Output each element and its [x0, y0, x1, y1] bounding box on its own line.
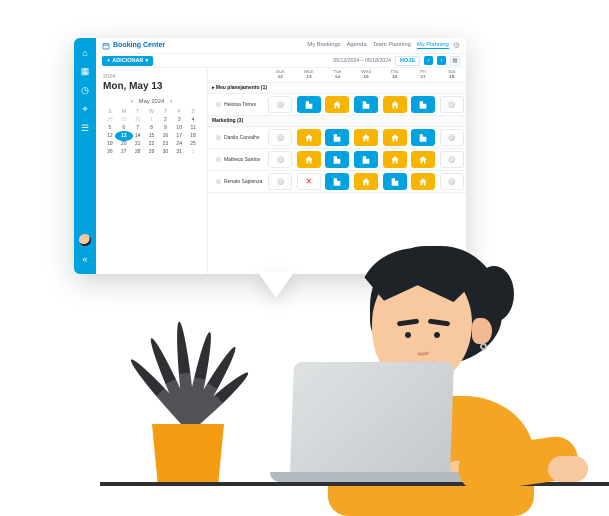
day-cell[interactable] — [380, 129, 409, 146]
person-name: Heloísa Torres — [208, 102, 266, 108]
plan-row: Heloísa Torres — [208, 94, 466, 116]
plan-row: Matheus Santos — [208, 149, 466, 171]
day-cell[interactable] — [380, 96, 409, 113]
sub-bar: + ADICIONAR ▾ 05/12/2024 – 05/18/2024 HO… — [96, 54, 466, 68]
day-cell[interactable] — [295, 129, 324, 146]
day-cell[interactable] — [295, 151, 324, 168]
day-cell[interactable] — [352, 129, 381, 146]
prev-week-button[interactable]: ‹ — [424, 56, 433, 65]
calendar-icon — [102, 42, 110, 50]
day-cell[interactable] — [323, 173, 352, 190]
home-icon[interactable]: ⌂ — [82, 48, 87, 58]
illustration — [0, 240, 609, 500]
day-cell[interactable] — [352, 151, 381, 168]
booking-app-window: ⌂ ▦ ◷ ⌖ ☰ « Booking Center My Bookings A… — [74, 38, 466, 274]
current-date: 2024 Mon, May 13 — [103, 74, 200, 92]
doc-icon[interactable]: ☰ — [81, 123, 89, 134]
cal-prev-icon[interactable]: ‹ — [131, 99, 133, 105]
page-title: Booking Center — [102, 42, 165, 50]
nav-team-planning[interactable]: Team Planning — [373, 42, 411, 49]
day-cell[interactable] — [437, 151, 466, 168]
plan-row: Renato Sapienza — [208, 171, 466, 193]
avatar[interactable] — [79, 234, 91, 246]
planning-panel: Sun12Mon13Tue14Wed15Thu16Fri17Sat18 ▸ Me… — [208, 68, 466, 274]
day-cell[interactable] — [409, 151, 438, 168]
gear-icon[interactable]: ⚙ — [453, 41, 460, 50]
nav-my-planning[interactable]: My Planning — [417, 42, 449, 49]
nav-my-bookings[interactable]: My Bookings — [307, 42, 340, 49]
day-cell[interactable] — [323, 151, 352, 168]
person-name: Danilo Carvalho — [208, 135, 266, 141]
view-mode-button[interactable]: ▦ — [450, 56, 460, 66]
day-cell[interactable] — [437, 96, 466, 113]
day-cell[interactable] — [266, 173, 295, 190]
speech-pointer — [258, 272, 294, 298]
day-cell[interactable] — [266, 151, 295, 168]
day-cell[interactable] — [295, 96, 324, 113]
cal-next-icon[interactable]: › — [170, 99, 172, 105]
plan-row: Danilo Carvalho — [208, 127, 466, 149]
planning-header: Sun12Mon13Tue14Wed15Thu16Fri17Sat18 — [208, 68, 466, 83]
top-bar: Booking Center My Bookings Agenda Team P… — [96, 38, 466, 54]
day-cell[interactable] — [323, 96, 352, 113]
plan-group[interactable]: ▸ Meu planejamento (1) — [208, 83, 466, 94]
day-cell[interactable] — [266, 96, 295, 113]
planning-body: ▸ Meu planejamento (1) Heloísa Torres Mark… — [208, 83, 466, 274]
chevron-down-icon: ▾ — [145, 58, 148, 64]
day-cell[interactable] — [323, 129, 352, 146]
day-cell[interactable] — [352, 173, 381, 190]
date-range: 05/12/2024 – 05/18/2024 — [333, 58, 391, 64]
top-nav: My Bookings Agenda Team Planning My Plan… — [307, 42, 448, 49]
person-illustration — [300, 240, 560, 480]
day-cell[interactable] — [352, 96, 381, 113]
plus-icon: + — [107, 58, 110, 64]
day-cell[interactable] — [437, 129, 466, 146]
collapse-icon[interactable]: « — [82, 254, 87, 264]
day-cell[interactable] — [380, 151, 409, 168]
cal-month-label: May 2024 — [139, 99, 164, 105]
today-button[interactable]: HOJE — [395, 56, 420, 66]
nav-agenda[interactable]: Agenda — [347, 42, 367, 49]
calendar-grid[interactable]: SMTWTFS282930123456789101112131415161718… — [103, 109, 200, 155]
nav-rail: ⌂ ▦ ◷ ⌖ ☰ « — [74, 38, 96, 274]
day-cell[interactable] — [266, 129, 295, 146]
day-cell[interactable] — [409, 173, 438, 190]
person-name: Renato Sapienza — [208, 179, 266, 185]
add-button[interactable]: + ADICIONAR ▾ — [102, 56, 153, 66]
mini-calendar: 2024 Mon, May 13 ‹ May 2024 › SMTWTFS282… — [96, 68, 208, 274]
grid-icon[interactable]: ▦ — [81, 66, 90, 77]
day-cell[interactable] — [295, 173, 324, 190]
day-cell[interactable] — [437, 173, 466, 190]
day-cell[interactable] — [409, 96, 438, 113]
pin-icon[interactable]: ⌖ — [82, 104, 87, 115]
day-cell[interactable] — [409, 129, 438, 146]
plan-group[interactable]: Marketing (3) — [208, 116, 466, 127]
day-cell[interactable] — [380, 173, 409, 190]
next-week-button[interactable]: › — [437, 56, 446, 65]
laptop-illustration — [270, 362, 480, 482]
person-name: Matheus Santos — [208, 157, 266, 163]
clock-icon[interactable]: ◷ — [81, 85, 89, 96]
